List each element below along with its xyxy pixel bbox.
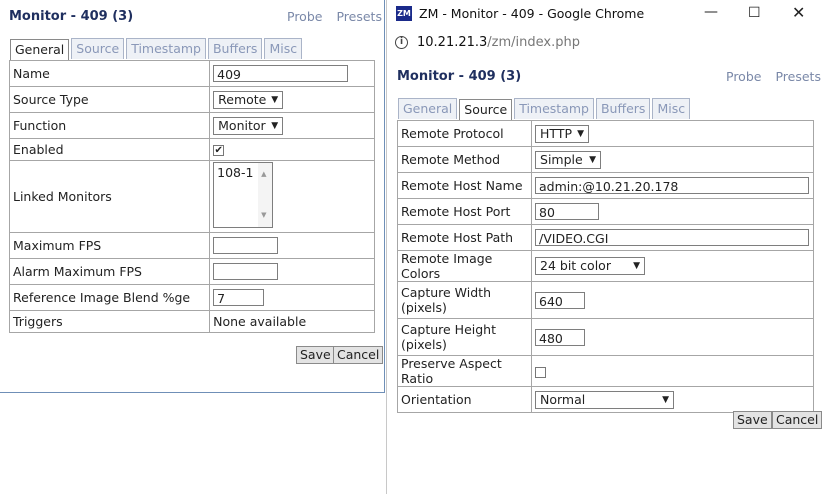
- tab-misc[interactable]: Misc: [652, 98, 691, 119]
- triggers-value: None available: [209, 310, 375, 333]
- alarm-max-fps-input[interactable]: [213, 263, 279, 280]
- dropdown-arrow-icon: ▼: [271, 120, 279, 131]
- save-button[interactable]: Save: [296, 346, 335, 364]
- cancel-button[interactable]: Cancel: [772, 411, 823, 429]
- source-form-table: Remote Protocol HTTP ▼ Remote Method Simp…: [396, 120, 814, 413]
- chrome-title-bar: ZM ZM - Monitor - 409 - Google Chrome — …: [387, 0, 828, 30]
- function-select[interactable]: Monitor ▼: [213, 116, 284, 135]
- orientation-select[interactable]: Normal ▼: [535, 390, 675, 409]
- tab-timestamp[interactable]: Timestamp: [514, 98, 594, 119]
- remote-host-path-input[interactable]: /VIDEO.CGI: [535, 229, 810, 246]
- page-title: Monitor - 409 (3): [9, 9, 134, 24]
- window-title: ZM - Monitor - 409 - Google Chrome: [419, 6, 645, 21]
- source-type-value: Remote: [218, 91, 267, 107]
- enabled-label: Enabled: [8, 138, 211, 161]
- capture-height-unit: (pixels): [401, 337, 447, 352]
- capture-width-label: Capture Width (pixels): [396, 281, 533, 319]
- remote-method-value: Simple: [540, 151, 583, 167]
- maximize-icon[interactable]: ☐: [748, 5, 761, 21]
- url-text[interactable]: 10.21.21.3/zm/index.php: [417, 35, 580, 50]
- remote-image-colors-select[interactable]: 24 bit color ▼: [535, 257, 646, 275]
- address-bar[interactable]: i 10.21.21.3/zm/index.php: [387, 30, 828, 58]
- remote-host-port-label: Remote Host Port: [396, 198, 533, 225]
- tab-general[interactable]: General: [398, 98, 458, 119]
- tab-source[interactable]: Source: [459, 99, 513, 120]
- general-form-table: Name 409 Source Type Remote ▼ Function Mo…: [8, 60, 375, 333]
- capture-height-label: Capture Height (pixels): [396, 318, 533, 356]
- remote-image-colors-value: 24 bit color: [540, 258, 611, 273]
- source-type-select[interactable]: Remote ▼: [213, 90, 284, 109]
- remote-host-name-label: Remote Host Name: [396, 172, 533, 199]
- triggers-label: Triggers: [8, 310, 211, 333]
- header-links: Probe Presets: [712, 69, 821, 84]
- tab-buffers[interactable]: Buffers: [595, 98, 651, 119]
- function-label: Function: [8, 112, 211, 139]
- name-label: Name: [8, 60, 211, 87]
- capture-height-label-text: Capture Height: [401, 322, 496, 337]
- chrome-window: ZM ZM - Monitor - 409 - Google Chrome — …: [386, 0, 828, 494]
- remote-host-port-input[interactable]: 80: [535, 203, 600, 220]
- zm-logo-icon: ZM: [396, 6, 412, 21]
- tab-timestamp[interactable]: Timestamp: [126, 38, 206, 59]
- left-monitor-window: Monitor - 409 (3) Probe Presets General S…: [0, 0, 385, 393]
- dropdown-arrow-icon: ▼: [589, 154, 597, 165]
- remote-method-label: Remote Method: [396, 146, 533, 173]
- url-path: /zm/index.php: [487, 35, 580, 50]
- orientation-label: Orientation: [396, 386, 533, 413]
- remote-method-select[interactable]: Simple ▼: [535, 150, 602, 169]
- source-type-label: Source Type: [8, 86, 211, 113]
- max-fps-input[interactable]: [213, 237, 279, 254]
- info-icon[interactable]: i: [395, 36, 408, 49]
- tab-bar: General Source Timestamp Buffers Misc: [10, 38, 304, 60]
- dropdown-arrow-icon: ▼: [662, 394, 670, 405]
- blend-label: Reference Image Blend %ge: [8, 284, 211, 311]
- dropdown-arrow-icon: ▼: [633, 261, 641, 271]
- enabled-checkbox[interactable]: ✔: [213, 145, 225, 156]
- remote-protocol-value: HTTP: [540, 125, 573, 141]
- probe-link[interactable]: Probe: [726, 69, 761, 84]
- remote-host-path-label: Remote Host Path: [396, 224, 533, 251]
- minimize-icon[interactable]: —: [704, 4, 718, 20]
- tab-bar: General Source Timestamp Buffers Misc: [398, 98, 692, 120]
- dropdown-arrow-icon: ▼: [271, 94, 279, 105]
- capture-width-input[interactable]: 640: [535, 291, 586, 309]
- remote-image-colors-label: Remote Image Colors: [396, 250, 533, 282]
- cancel-button[interactable]: Cancel: [333, 346, 384, 364]
- tab-general[interactable]: General: [10, 39, 70, 60]
- linked-monitor-option[interactable]: 108-1: [217, 165, 253, 180]
- blend-input[interactable]: 7: [213, 289, 265, 306]
- remote-protocol-select[interactable]: HTTP ▼: [535, 124, 590, 143]
- tab-misc[interactable]: Misc: [264, 38, 303, 59]
- linked-monitors-listbox[interactable]: 108-1 ▲ ▼: [213, 162, 274, 228]
- close-icon[interactable]: ✕: [792, 3, 805, 22]
- preserve-aspect-label: Preserve Aspect Ratio: [396, 355, 533, 387]
- alarm-max-fps-label: Alarm Maximum FPS: [8, 258, 211, 285]
- url-host: 10.21.21.3: [417, 35, 488, 50]
- capture-width-label-text: Capture Width: [401, 285, 491, 300]
- capture-width-unit: (pixels): [401, 300, 447, 315]
- save-button[interactable]: Save: [733, 411, 772, 429]
- function-value: Monitor: [218, 117, 266, 133]
- presets-link[interactable]: Presets: [775, 69, 821, 84]
- capture-height-input[interactable]: 480: [535, 328, 586, 346]
- tab-source[interactable]: Source: [71, 38, 125, 59]
- max-fps-label: Maximum FPS: [8, 232, 211, 259]
- remote-host-name-input[interactable]: admin:@10.21.20.178: [535, 177, 810, 194]
- tab-buffers[interactable]: Buffers: [207, 38, 263, 59]
- listbox-scrollbar[interactable]: ▲ ▼: [258, 163, 273, 227]
- presets-link[interactable]: Presets: [336, 9, 382, 24]
- scroll-down-icon[interactable]: ▼: [261, 208, 266, 223]
- probe-link[interactable]: Probe: [287, 9, 322, 24]
- header-links: Probe Presets: [273, 9, 382, 24]
- name-input[interactable]: 409: [213, 65, 349, 82]
- preserve-aspect-checkbox[interactable]: [535, 366, 547, 378]
- linked-monitors-label: Linked Monitors: [8, 160, 211, 233]
- dropdown-arrow-icon: ▼: [577, 128, 585, 139]
- remote-protocol-label: Remote Protocol: [396, 120, 533, 147]
- orientation-value: Normal: [540, 391, 586, 407]
- page-title: Monitor - 409 (3): [397, 69, 522, 84]
- scroll-up-icon[interactable]: ▲: [261, 167, 266, 182]
